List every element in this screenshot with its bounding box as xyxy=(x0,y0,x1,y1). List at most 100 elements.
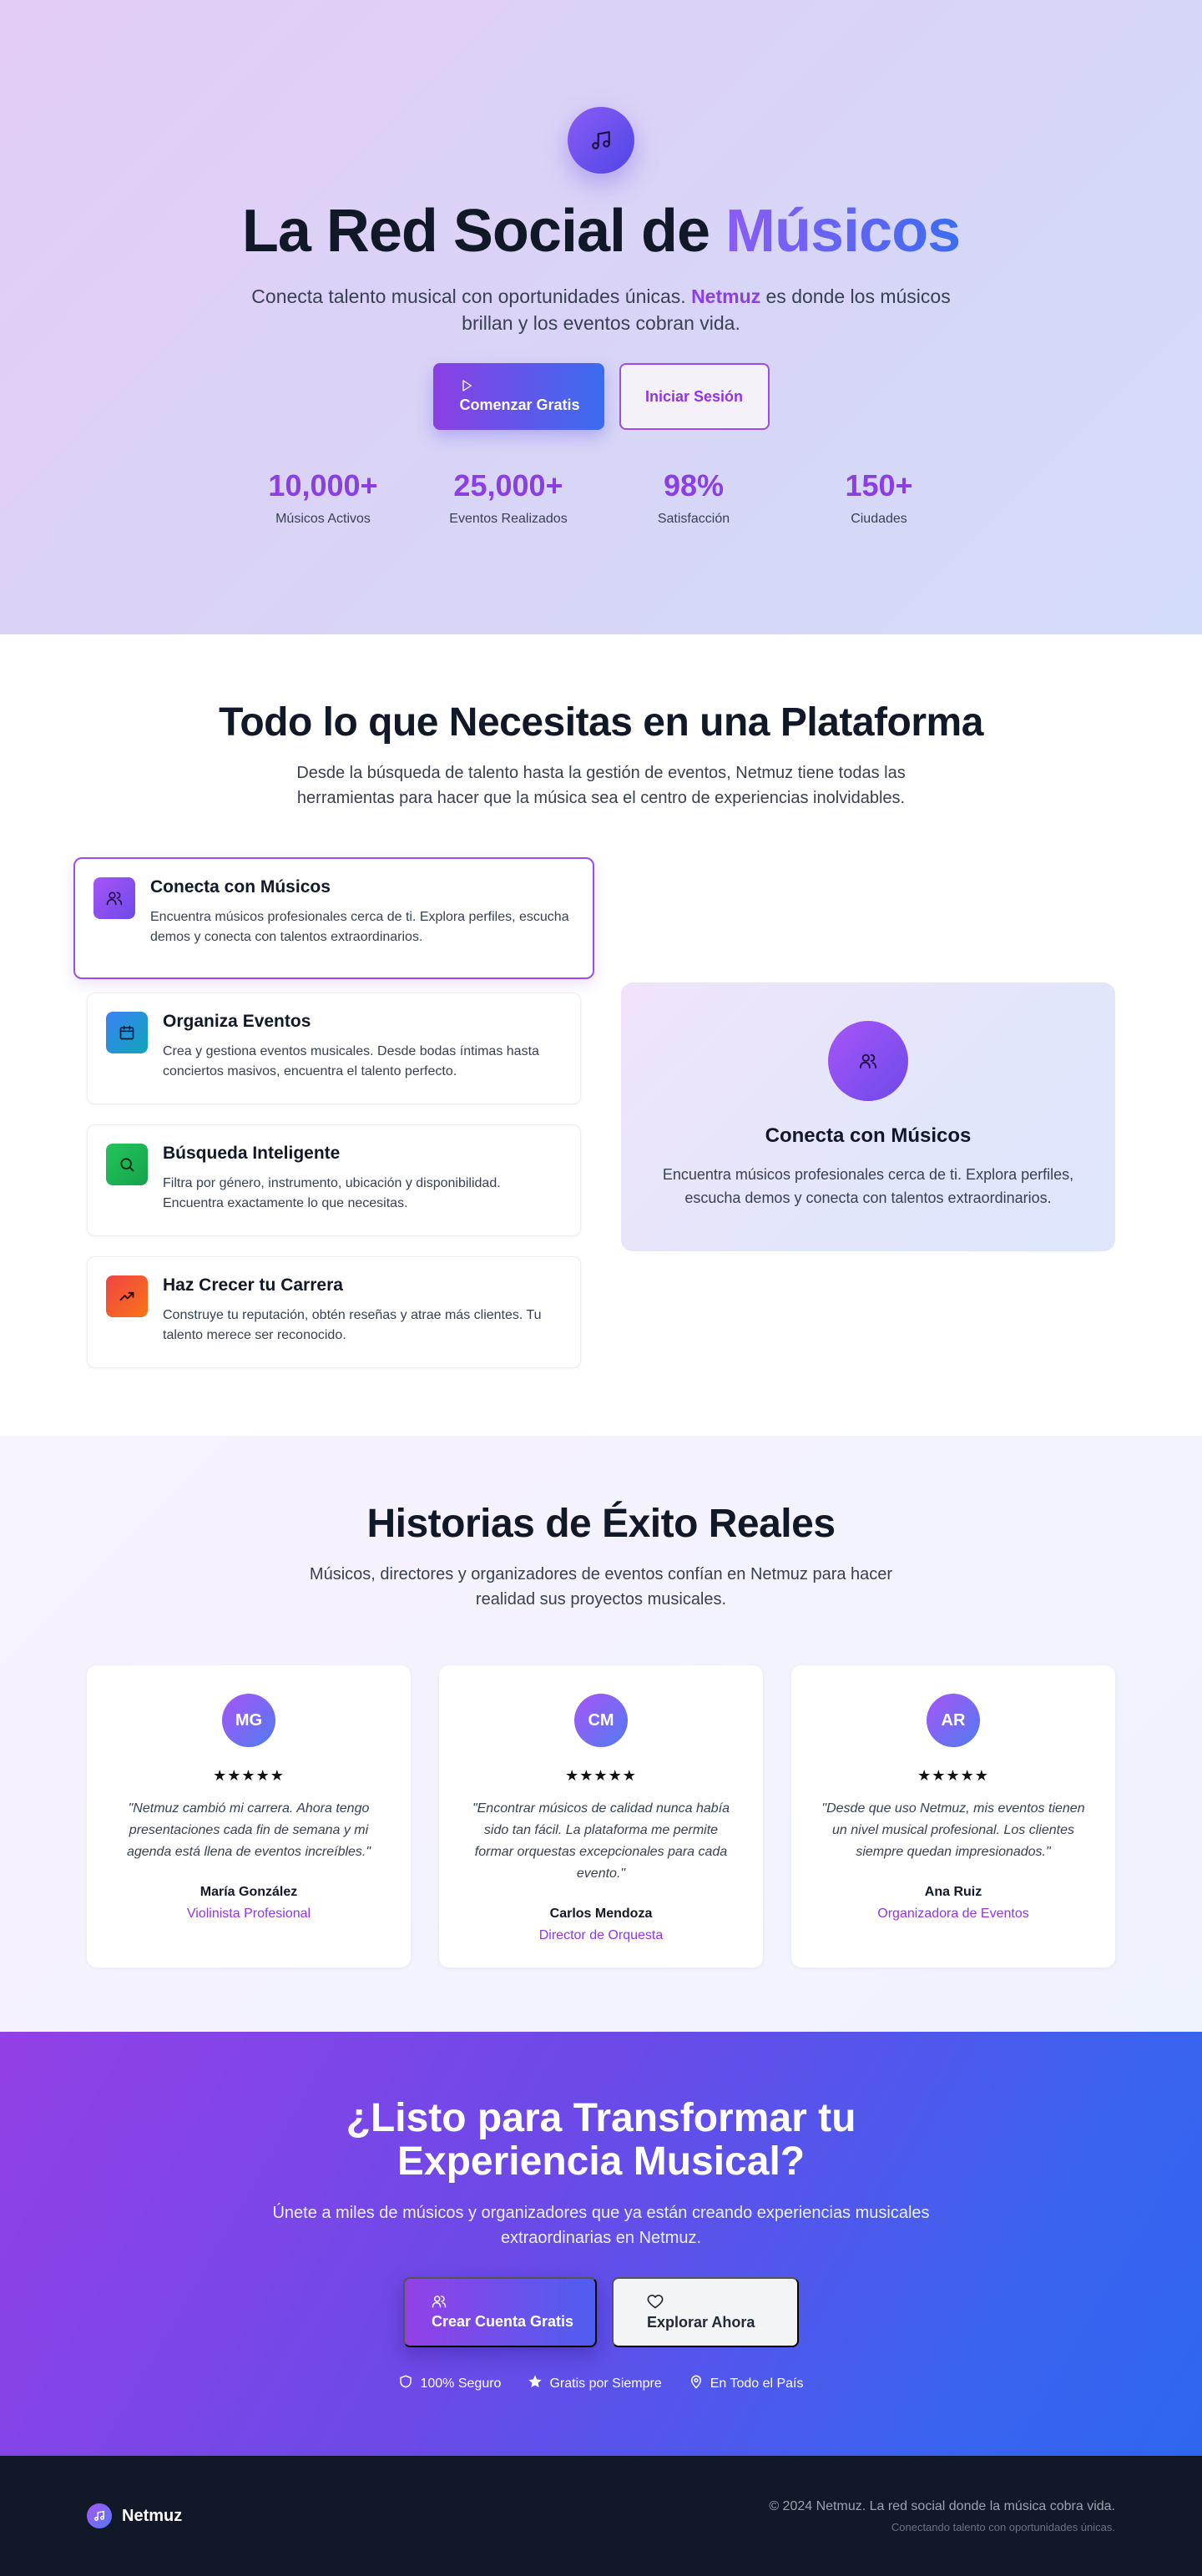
testimonials-title: Historias de Éxito Reales xyxy=(366,1502,836,1546)
start-free-button[interactable]: Comenzar Gratis xyxy=(432,363,604,431)
users-icon xyxy=(93,877,135,919)
avatar: MG xyxy=(222,1694,275,1747)
feature-desc: Crea y gestiona eventos musicales. Desde… xyxy=(163,1044,539,1078)
rating-stars: ★★★★★ xyxy=(213,1767,285,1784)
feature-card-connect[interactable]: Conecta con Músicos Encuentra músicos pr… xyxy=(73,857,594,979)
feature-card-events[interactable]: Organiza Eventos Crea y gestiona eventos… xyxy=(87,993,581,1104)
preview-desc: Encuentra músicos profesionales cerca de… xyxy=(662,1166,1074,1206)
feature-text: Organiza Eventos Crea y gestiona eventos… xyxy=(163,1012,562,1085)
rating-stars: ★★★★★ xyxy=(917,1767,989,1784)
testimonial-quote: "Netmuz cambió mi carrera. Ahora tengo p… xyxy=(126,1801,371,1859)
start-free-label: Comenzar Gratis xyxy=(459,397,580,414)
stat-label: Músicos Activos xyxy=(275,512,371,527)
calendar-icon xyxy=(106,1012,148,1053)
testimonials-section: Historias de Éxito Reales Músicos, direc… xyxy=(0,1436,1202,2032)
testimonial-name: Carlos Mendoza xyxy=(549,1907,653,1921)
hero-subtitle: Conecta talento musical con oportunidade… xyxy=(242,283,960,336)
heart-icon xyxy=(647,2293,664,2314)
feature-text: Búsqueda Inteligente Filtra por género, … xyxy=(163,1144,562,1217)
testimonial-card: MG ★★★★★ "Netmuz cambió mi carrera. Ahor… xyxy=(87,1665,411,1967)
testimonial-card: CM ★★★★★ "Encontrar músicos de calidad n… xyxy=(439,1665,763,1967)
feature-text: Haz Crecer tu Carrera Construye tu reput… xyxy=(163,1275,562,1349)
testimonial-role: Violinista Profesional xyxy=(186,1907,311,1921)
trending-up-icon xyxy=(106,1275,148,1317)
cta-subtitle: Únete a miles de músicos y organizadores… xyxy=(272,2204,930,2247)
stat-cities: 150+ Ciudades xyxy=(786,468,972,527)
features-grid: Conecta con Músicos Encuentra músicos pr… xyxy=(0,857,1202,1425)
badge-secure: 100% Seguro xyxy=(398,2374,501,2393)
music-note-icon xyxy=(568,107,634,174)
hero-buttons: Comenzar Gratis Iniciar Sesión xyxy=(432,363,770,431)
stat-satisfaction: 98% Satisfacción xyxy=(601,468,786,527)
stat-events: 25,000+ Eventos Realizados xyxy=(416,468,601,527)
play-icon xyxy=(460,379,473,397)
stat-value: 98% xyxy=(663,468,725,503)
badge-free: Gratis por Siempre xyxy=(528,2374,662,2393)
badge-country: En Todo el País xyxy=(689,2374,804,2393)
explore-label: Explorar Ahora xyxy=(647,2314,755,2331)
explore-button[interactable]: Explorar Ahora xyxy=(612,2277,799,2347)
features-section: Todo lo que Necesitas en una Plataforma … xyxy=(0,634,1202,1436)
avatar: CM xyxy=(574,1694,628,1747)
feature-card-search[interactable]: Búsqueda Inteligente Filtra por género, … xyxy=(87,1124,581,1236)
feature-title: Haz Crecer tu Carrera xyxy=(163,1275,343,1295)
footer-brand[interactable]: Netmuz xyxy=(87,2503,182,2528)
hero-subtitle-brand: Netmuz xyxy=(691,285,761,308)
search-icon xyxy=(106,1144,148,1185)
footer-info: © 2024 Netmuz. La red social donde la mú… xyxy=(769,2499,1115,2533)
shield-icon xyxy=(398,2374,413,2393)
feature-card-career[interactable]: Haz Crecer tu Carrera Construye tu reput… xyxy=(87,1256,581,1368)
cta-section: ¿Listo para Transformar tu Experiencia M… xyxy=(0,2032,1202,2456)
stat-label: Eventos Realizados xyxy=(449,512,568,527)
feature-title: Organiza Eventos xyxy=(163,1012,311,1031)
music-note-icon xyxy=(87,2503,112,2528)
feature-title: Conecta con Músicos xyxy=(150,877,331,897)
stat-value: 150+ xyxy=(845,468,913,503)
rating-stars: ★★★★★ xyxy=(565,1767,637,1784)
badge-label: En Todo el País xyxy=(710,2376,804,2391)
feature-preview-panel: Conecta con Músicos Encuentra músicos pr… xyxy=(621,982,1115,1251)
footer-copyright: © 2024 Netmuz. La red social donde la mú… xyxy=(769,2498,1115,2513)
create-account-button[interactable]: Crear Cuenta Gratis xyxy=(403,2277,597,2347)
testimonials-row: MG ★★★★★ "Netmuz cambió mi carrera. Ahor… xyxy=(0,1665,1202,1967)
feature-text: Conecta con Músicos Encuentra músicos pr… xyxy=(150,877,574,959)
testimonial-name: María González xyxy=(199,1885,298,1899)
feature-desc: Encuentra músicos profesionales cerca de… xyxy=(150,910,569,944)
cta-buttons: Crear Cuenta Gratis Explorar Ahora xyxy=(403,2277,799,2347)
stat-value: 10,000+ xyxy=(268,468,378,503)
users-icon xyxy=(432,2294,447,2313)
hero-subtitle-before: Conecta talento musical con oportunidade… xyxy=(251,285,692,308)
features-subtitle: Desde la búsqueda de talento hasta la ge… xyxy=(296,764,906,807)
badge-label: 100% Seguro xyxy=(420,2376,502,2391)
testimonial-card: AR ★★★★★ "Desde que uso Netmuz, mis even… xyxy=(791,1665,1115,1967)
footer: Netmuz © 2024 Netmuz. La red social dond… xyxy=(0,2456,1202,2576)
feature-title: Búsqueda Inteligente xyxy=(163,1144,341,1163)
users-icon xyxy=(828,1021,908,1101)
login-button[interactable]: Iniciar Sesión xyxy=(619,363,770,431)
create-account-label: Crear Cuenta Gratis xyxy=(432,2313,574,2330)
hero-section: La Red Social de Músicos Conecta talento… xyxy=(0,0,1202,634)
star-icon xyxy=(528,2374,543,2393)
badge-label: Gratis por Siempre xyxy=(549,2376,662,2391)
footer-tagline: Conectando talento con oportunidades úni… xyxy=(891,2520,1115,2533)
testimonial-quote: "Encontrar músicos de calidad nunca habí… xyxy=(472,1801,730,1881)
hero-title-accent: Músicos xyxy=(725,198,961,265)
preview-title: Conecta con Músicos xyxy=(765,1124,972,1147)
stat-musicians: 10,000+ Músicos Activos xyxy=(230,468,416,527)
features-title: Todo lo que Necesitas en una Plataforma xyxy=(219,700,983,745)
hero-stats: 10,000+ Músicos Activos 25,000+ Eventos … xyxy=(230,468,972,527)
cta-badges: 100% Seguro Gratis por Siempre En Todo e… xyxy=(398,2374,804,2393)
cta-title: ¿Listo para Transformar tu Experiencia M… xyxy=(346,2096,856,2184)
testimonial-quote: "Desde que uso Netmuz, mis eventos tiene… xyxy=(821,1801,1085,1859)
stat-value: 25,000+ xyxy=(453,468,563,503)
stat-label: Satisfacción xyxy=(657,512,730,527)
hero-title: La Red Social de Músicos xyxy=(241,198,961,265)
testimonial-name: Ana Ruiz xyxy=(924,1885,982,1899)
hero-title-main: La Red Social de xyxy=(241,198,726,265)
feature-desc: Filtra por género, instrumento, ubicació… xyxy=(163,1176,501,1210)
footer-brand-name: Netmuz xyxy=(122,2506,183,2525)
map-pin-icon xyxy=(689,2374,704,2393)
stat-label: Ciudades xyxy=(851,512,907,527)
feature-desc: Construye tu reputación, obtén reseñas y… xyxy=(163,1308,542,1342)
testimonial-role: Director de Orquesta xyxy=(538,1928,664,1942)
